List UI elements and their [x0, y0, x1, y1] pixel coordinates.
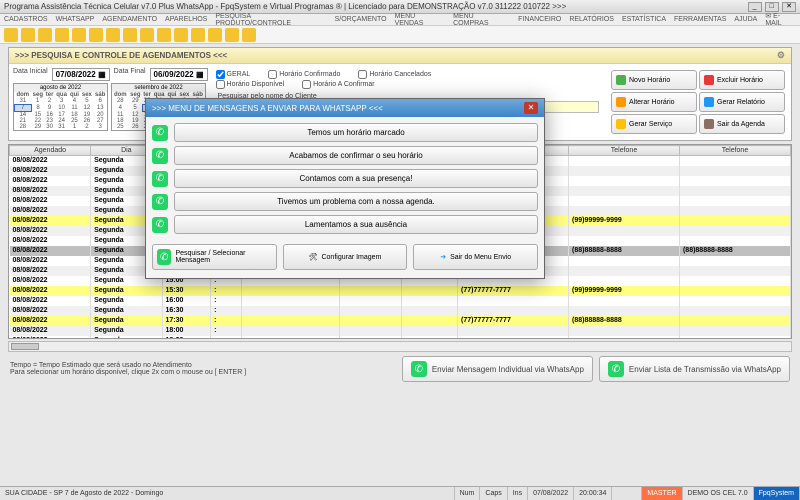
msg-ausencia-button[interactable]: Lamentamos a sua ausência: [174, 215, 538, 234]
tools-icon: 🛠: [309, 253, 318, 261]
msg-confirmar-button[interactable]: Acabamos de confirmar o seu horário: [174, 146, 538, 165]
whatsapp-icon: ✆: [152, 171, 168, 187]
msg-horario-marcado-button[interactable]: Temos um horário marcado: [174, 123, 538, 142]
exit-icon: ➜: [440, 253, 446, 261]
whatsapp-icon: ✆: [152, 194, 168, 210]
modal-backdrop: >>> MENU DE MENSAGENS A ENVIAR PARA WHAT…: [0, 0, 800, 500]
modal-titlebar: >>> MENU DE MENSAGENS A ENVIAR PARA WHAT…: [146, 99, 544, 117]
msg-presenca-button[interactable]: Contamos com a sua presença!: [174, 169, 538, 188]
msg-problema-button[interactable]: Tivemos um problema com a nossa agenda.: [174, 192, 538, 211]
whatsapp-icon: ✆: [152, 217, 168, 233]
whatsapp-messages-modal: >>> MENU DE MENSAGENS A ENVIAR PARA WHAT…: [145, 98, 545, 279]
configurar-imagem-button[interactable]: 🛠Configurar Imagem: [283, 244, 408, 270]
whatsapp-icon: ✆: [157, 249, 171, 265]
modal-title: >>> MENU DE MENSAGENS A ENVIAR PARA WHAT…: [152, 104, 383, 113]
sair-menu-envio-button[interactable]: ➜Sair do Menu Envio: [413, 244, 538, 270]
modal-close-button[interactable]: ✕: [524, 102, 538, 114]
pesquisar-mensagem-button[interactable]: ✆Pesquisar / Selecionar Mensagem: [152, 244, 277, 270]
whatsapp-icon: ✆: [152, 125, 168, 141]
whatsapp-icon: ✆: [152, 148, 168, 164]
